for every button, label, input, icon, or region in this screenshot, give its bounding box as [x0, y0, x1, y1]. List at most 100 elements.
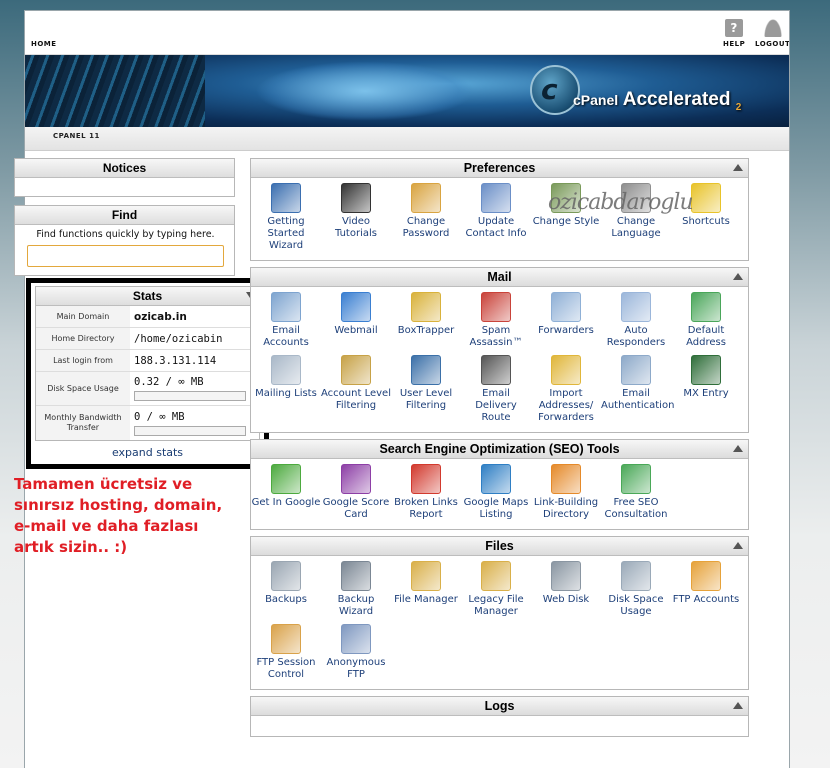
item-label: Email Delivery Route — [475, 388, 517, 423]
anonymous-ftp-icon — [341, 624, 371, 654]
default-address-icon — [691, 292, 721, 322]
contact-icon — [481, 183, 511, 213]
item-getting-started-wizard[interactable]: Getting Started Wizard — [251, 181, 321, 252]
item-label: Import Addresses/ Forwarders — [538, 388, 594, 423]
legacy-file-manager-icon — [481, 561, 511, 591]
item-mx-entry[interactable]: MX Entry — [671, 353, 741, 424]
item-auto-responders[interactable]: Auto Responders — [601, 290, 671, 349]
ftp-session-icon — [271, 624, 301, 654]
item-label: Auto Responders — [606, 325, 666, 348]
item-default-address[interactable]: Default Address — [671, 290, 741, 349]
broken-links-icon — [411, 464, 441, 494]
collapse-arrow-icon[interactable] — [733, 702, 743, 709]
item-label: Spam Assassin™ — [469, 325, 523, 348]
collapse-arrow-icon[interactable] — [733, 445, 743, 452]
item-broken-links-report[interactable]: Broken Links Report — [391, 462, 461, 521]
item-mailing-lists[interactable]: Mailing Lists — [251, 353, 321, 424]
forwarders-icon — [551, 292, 581, 322]
find-input[interactable] — [27, 245, 224, 267]
video-icon — [341, 183, 371, 213]
star-icon — [691, 183, 721, 213]
notices-body — [15, 178, 234, 196]
home-icon — [34, 19, 53, 37]
delivery-icon — [481, 355, 511, 385]
brand-text: cPanel Accelerated 2 — [573, 89, 742, 113]
item-email-delivery-route[interactable]: Email Delivery Route — [461, 353, 531, 424]
logout-link[interactable]: LOGOUT — [755, 19, 789, 48]
item-google-score-card[interactable]: Google Score Card — [321, 462, 391, 521]
watermark: ozicabdaroglu — [548, 190, 694, 215]
item-google-maps-listing[interactable]: Google Maps Listing — [461, 462, 531, 521]
item-email-accounts[interactable]: Email Accounts — [251, 290, 321, 349]
item-legacy-file-manager[interactable]: Legacy File Manager — [461, 559, 531, 618]
item-webmail[interactable]: Webmail — [321, 290, 391, 349]
group-title: Mail — [487, 270, 512, 284]
item-change-password[interactable]: Change Password — [391, 181, 461, 252]
item-label: Backups — [265, 594, 307, 605]
backup-wizard-icon — [341, 561, 371, 591]
link-building-icon — [551, 464, 581, 494]
webmail-icon — [341, 292, 371, 322]
autoresponder-icon — [621, 292, 651, 322]
help-link[interactable]: ? HELP — [723, 19, 745, 48]
group-logs: Logs — [250, 696, 749, 737]
notices-box: Notices — [14, 158, 235, 197]
feature-groups: Preferences Getting Started Wizard Video T… — [250, 158, 749, 737]
item-label: Web Disk — [542, 594, 590, 605]
item-ftp-accounts[interactable]: FTP Accounts — [671, 559, 741, 618]
item-anonymous-ftp[interactable]: Anonymous FTP — [321, 622, 391, 681]
item-label: Email Accounts — [263, 325, 309, 348]
item-import-addresses-forwarders[interactable]: Import Addresses/ Forwarders — [531, 353, 601, 424]
item-label: Account Level Filtering — [321, 388, 391, 411]
find-box: Find Find functions quickly by typing he… — [14, 205, 235, 276]
collapse-arrow-icon[interactable] — [733, 164, 743, 171]
expand-stats-link[interactable]: expand stats — [31, 446, 264, 459]
item-link-building-directory[interactable]: Link-Building Directory — [531, 462, 601, 521]
cables-graphic — [25, 55, 205, 127]
disk-usage-bar — [134, 391, 246, 401]
stats-row-home-directory: Home Directory /home/ozicabin — [36, 328, 259, 350]
item-label: User Level Filtering — [399, 388, 453, 411]
collapse-arrow-icon[interactable] — [733, 542, 743, 549]
boxtrapper-icon — [411, 292, 441, 322]
item-get-in-google[interactable]: Get In Google — [251, 462, 321, 521]
item-update-contact-info[interactable]: Update Contact Info — [461, 181, 531, 252]
item-label: Google Maps Listing — [463, 497, 529, 520]
group-title: Preferences — [463, 161, 536, 175]
item-ftp-session-control[interactable]: FTP Session Control — [251, 622, 321, 681]
collapse-arrow-icon[interactable] — [733, 273, 743, 280]
item-video-tutorials[interactable]: Video Tutorials — [321, 181, 391, 252]
item-label: Email Authentication — [601, 388, 675, 411]
item-file-manager[interactable]: File Manager — [391, 559, 461, 618]
filter-icon — [341, 355, 371, 385]
disk-usage-icon — [621, 561, 651, 591]
stats-row-disk-space: Disk Space Usage 0.32 / ∞ MB — [36, 372, 259, 406]
item-email-authentication[interactable]: Email Authentication — [601, 353, 675, 424]
user-icon — [763, 19, 782, 37]
item-spam-assassin[interactable]: Spam Assassin™ — [461, 290, 531, 349]
item-label: Legacy File Manager — [468, 594, 524, 617]
promo-text: Tamamen ücretsiz ve sınırsız hosting, do… — [14, 475, 223, 556]
group-body — [251, 716, 748, 736]
item-account-level-filtering[interactable]: Account Level Filtering — [321, 353, 391, 424]
auth-icon — [621, 355, 651, 385]
maps-icon — [481, 464, 511, 494]
item-free-seo-consultation[interactable]: Free SEO Consultation — [601, 462, 671, 521]
home-link[interactable]: HOME — [31, 19, 57, 48]
item-boxtrapper[interactable]: BoxTrapper — [391, 290, 461, 349]
bandwidth-bar — [134, 425, 246, 436]
item-user-level-filtering[interactable]: User Level Filtering — [391, 353, 461, 424]
item-label: Update Contact Info — [465, 216, 527, 239]
item-forwarders[interactable]: Forwarders — [531, 290, 601, 349]
mx-icon — [691, 355, 721, 385]
item-label: File Manager — [394, 594, 458, 605]
item-label: Getting Started Wizard — [267, 216, 305, 251]
get-in-google-icon — [271, 464, 301, 494]
item-backups[interactable]: Backups — [251, 559, 321, 618]
item-web-disk[interactable]: Web Disk — [531, 559, 601, 618]
item-label: Change Password — [402, 216, 450, 239]
item-backup-wizard[interactable]: Backup Wizard — [321, 559, 391, 618]
banner: c cPanel Accelerated 2 — [25, 55, 789, 127]
item-disk-space-usage[interactable]: Disk Space Usage — [601, 559, 671, 618]
item-label: Anonymous FTP — [326, 657, 386, 680]
